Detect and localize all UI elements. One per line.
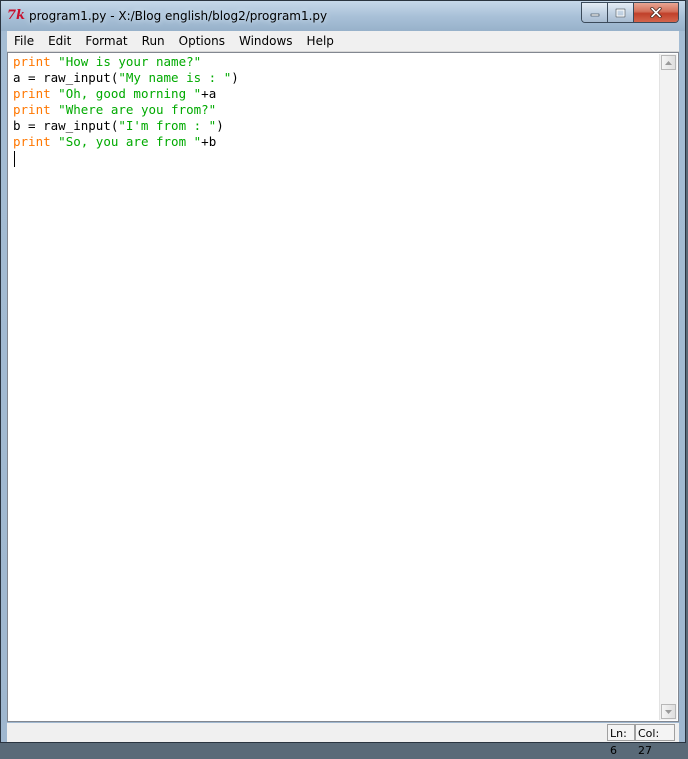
code-string: "So, you are from " — [58, 134, 202, 149]
scroll-up-button[interactable] — [661, 55, 676, 70]
scroll-down-button[interactable] — [661, 704, 676, 719]
code-text-area[interactable]: print "How is your name?" a = raw_input("… — [13, 54, 656, 150]
status-column-number: Col: 27 — [635, 724, 675, 757]
code-line[interactable]: print "Where are you from?" — [13, 102, 656, 118]
arrow-down-icon — [665, 709, 672, 714]
menu-format[interactable]: Format — [78, 31, 134, 51]
code-keyword: print — [13, 86, 51, 101]
arrow-up-icon — [665, 60, 672, 65]
code-token: ) — [231, 70, 239, 85]
window-title: program1.py - X:/Blog english/blog2/prog… — [29, 9, 328, 23]
menu-edit[interactable]: Edit — [41, 31, 78, 51]
code-token: b = raw_input( — [13, 118, 119, 133]
minimize-button[interactable] — [582, 3, 608, 22]
code-keyword: print — [13, 102, 51, 117]
menu-windows[interactable]: Windows — [232, 31, 300, 51]
code-string: "How is your name?" — [58, 54, 202, 69]
status-bar: Ln: 6 Col: 27 — [7, 723, 679, 757]
menu-bar: File Edit Format Run Options Windows Hel… — [7, 31, 679, 52]
code-string: "My name is : " — [118, 70, 232, 85]
code-string: "I'm from : " — [118, 118, 217, 133]
code-line[interactable]: a = raw_input("My name is : ") — [13, 70, 656, 86]
code-editor[interactable]: print "How is your name?" a = raw_input("… — [7, 52, 679, 722]
menu-help[interactable]: Help — [300, 31, 341, 51]
code-token: +a — [201, 86, 217, 101]
menu-file[interactable]: File — [7, 31, 41, 51]
code-token: ) — [216, 118, 224, 133]
menu-options[interactable]: Options — [172, 31, 232, 51]
close-button[interactable] — [634, 3, 678, 22]
code-line[interactable]: b = raw_input("I'm from : ") — [13, 118, 656, 134]
code-token: +b — [201, 134, 217, 149]
minimize-icon — [590, 13, 599, 16]
code-line[interactable]: print "Oh, good morning "+a — [13, 86, 656, 102]
code-keyword: print — [13, 54, 51, 69]
caption-buttons — [581, 2, 679, 23]
code-keyword: print — [13, 134, 51, 149]
maximize-button[interactable] — [608, 3, 634, 22]
idle-editor-window: 7k program1.py - X:/Blog english/blog2/p… — [0, 0, 686, 757]
status-line-number: Ln: 6 — [607, 724, 635, 757]
code-token: a = raw_input( — [13, 70, 119, 85]
menu-run[interactable]: Run — [135, 31, 172, 51]
text-cursor — [14, 151, 15, 167]
code-line[interactable]: print "How is your name?" — [13, 54, 656, 70]
title-bar[interactable]: 7k program1.py - X:/Blog english/blog2/p… — [1, 1, 685, 31]
code-string: "Oh, good morning " — [58, 86, 202, 101]
tk-feather-icon: 7k — [7, 8, 26, 23]
close-icon — [650, 7, 662, 18]
vertical-scrollbar[interactable] — [659, 54, 677, 720]
code-string: "Where are you from?" — [58, 102, 217, 117]
maximize-icon — [615, 8, 626, 17]
code-line[interactable]: print "So, you are from "+b — [13, 134, 656, 150]
